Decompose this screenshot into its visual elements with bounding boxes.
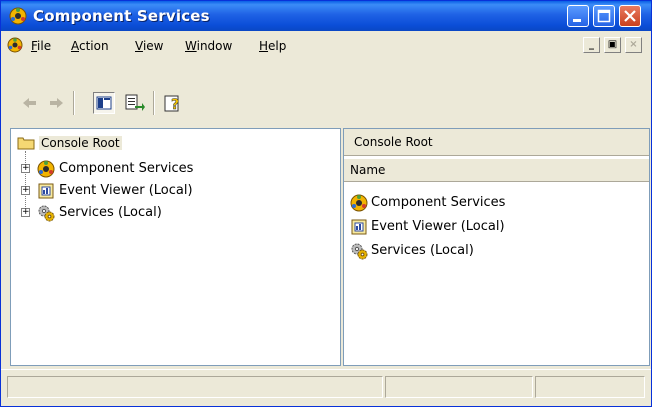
child-close-button[interactable]: × bbox=[625, 37, 642, 53]
menu-bar: File Action View Window Help _ ▣ × bbox=[1, 31, 651, 60]
component-services-app-icon bbox=[9, 7, 27, 25]
list-item-label: Component Services bbox=[371, 195, 506, 210]
list-item-label: Event Viewer (Local) bbox=[371, 219, 505, 234]
event-viewer-icon bbox=[351, 219, 367, 235]
toolbar-separator bbox=[153, 91, 155, 115]
child-restore-button[interactable]: ▣ bbox=[604, 37, 621, 53]
expand-icon[interactable]: + bbox=[21, 208, 30, 217]
column-header-label: Name bbox=[350, 163, 386, 177]
event-viewer-icon bbox=[38, 183, 54, 199]
show-hide-console-tree-icon bbox=[96, 96, 112, 110]
tree-item-label: Services (Local) bbox=[59, 205, 162, 220]
component-services-icon bbox=[350, 194, 368, 212]
child-minimize-button[interactable]: _ bbox=[583, 37, 600, 53]
expand-icon[interactable]: + bbox=[21, 186, 30, 195]
tree-root-label: Console Root bbox=[39, 136, 122, 150]
window-title: Component Services bbox=[33, 7, 210, 25]
component-services-icon bbox=[37, 160, 55, 178]
back-button[interactable] bbox=[19, 92, 41, 114]
minimize-button[interactable] bbox=[567, 5, 589, 27]
console-tree-pane[interactable]: Console Root + Component Services + Even bbox=[10, 128, 341, 366]
status-cell-secondary bbox=[385, 376, 533, 398]
close-icon bbox=[624, 10, 636, 22]
services-gears-icon bbox=[351, 243, 368, 260]
system-menu-icon[interactable] bbox=[7, 37, 23, 53]
tree-connector bbox=[25, 151, 27, 215]
list-item-label: Services (Local) bbox=[371, 243, 474, 258]
menu-view[interactable]: View bbox=[135, 39, 163, 53]
close-button[interactable] bbox=[619, 5, 641, 27]
toolbar-separator bbox=[73, 91, 75, 115]
export-list-icon bbox=[125, 94, 145, 111]
details-pane[interactable]: Console Root Name Component Services Eve… bbox=[343, 128, 650, 366]
status-cell-main bbox=[7, 376, 383, 398]
folder-icon bbox=[17, 137, 35, 150]
services-gears-icon bbox=[38, 205, 55, 222]
svg-text:?: ? bbox=[171, 97, 179, 113]
menu-file[interactable]: File bbox=[31, 39, 51, 53]
tree-item-label: Event Viewer (Local) bbox=[59, 183, 193, 198]
details-header-title: Console Root bbox=[354, 135, 433, 149]
tree-item-label: Component Services bbox=[59, 161, 194, 176]
export-list-button[interactable] bbox=[123, 92, 145, 114]
column-header-name[interactable]: Name bbox=[344, 159, 649, 182]
maximize-icon bbox=[597, 9, 611, 23]
help-button[interactable]: ? bbox=[163, 92, 185, 114]
expand-icon[interactable]: + bbox=[21, 164, 30, 173]
title-bar[interactable]: Component Services bbox=[1, 1, 651, 31]
maximize-button[interactable] bbox=[593, 5, 615, 27]
toolbar: ? bbox=[1, 61, 651, 125]
component-services-window: Component Services File Action View Wind… bbox=[0, 0, 652, 407]
menu-window[interactable]: Window bbox=[185, 39, 232, 53]
status-bar bbox=[1, 369, 651, 406]
status-cell-tertiary bbox=[535, 376, 645, 398]
menu-action[interactable]: Action bbox=[71, 39, 109, 53]
back-arrow-icon bbox=[23, 98, 36, 108]
details-header: Console Root bbox=[344, 129, 649, 156]
forward-arrow-icon bbox=[50, 98, 63, 108]
menu-help[interactable]: Help bbox=[259, 39, 286, 53]
show-hide-console-tree-button[interactable] bbox=[93, 92, 115, 114]
forward-button[interactable] bbox=[45, 92, 67, 114]
minimize-icon bbox=[573, 19, 581, 22]
help-icon: ? bbox=[164, 95, 179, 113]
